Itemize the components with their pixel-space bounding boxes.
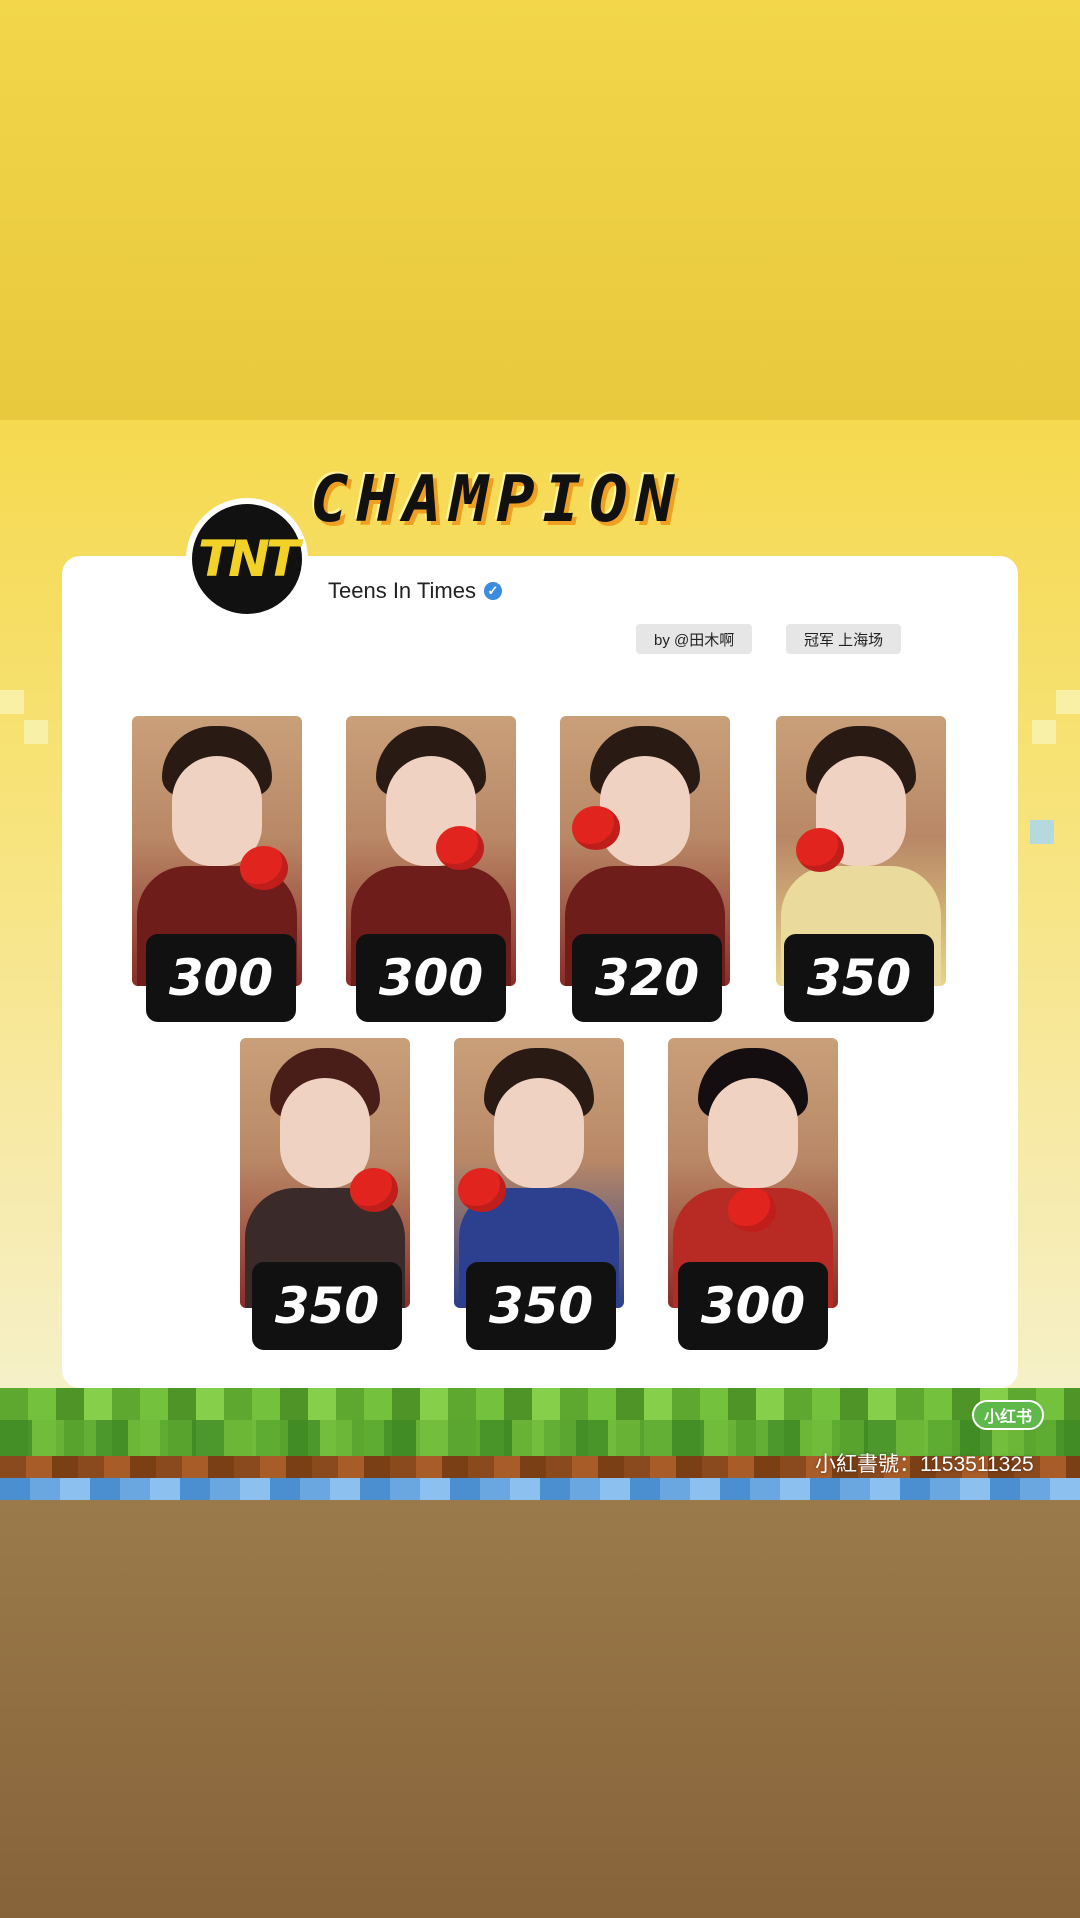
pixel-block xyxy=(1032,720,1056,744)
heart-prop xyxy=(572,806,620,850)
champion-title: CHAMPION xyxy=(310,463,683,537)
pixel-block xyxy=(1030,820,1054,844)
ground-background xyxy=(0,1500,1080,1918)
photo-face xyxy=(708,1078,798,1188)
photo-face xyxy=(600,756,690,866)
price-label-5: 350 xyxy=(252,1262,402,1350)
pixel-block xyxy=(24,720,48,744)
price-label-7: 300 xyxy=(678,1262,828,1350)
price-label-4: 350 xyxy=(784,934,934,1022)
event-tag: 冠军 上海场 xyxy=(786,624,902,654)
photo-face xyxy=(280,1078,370,1188)
heart-prop xyxy=(436,826,484,870)
heart-prop xyxy=(350,1168,398,1212)
sky-background-top xyxy=(0,0,1080,420)
heart-prop xyxy=(458,1168,506,1212)
price-label-6: 350 xyxy=(466,1262,616,1350)
logo-text: TNT xyxy=(197,530,300,588)
pixel-water xyxy=(0,1478,1080,1500)
xiaohongshu-id: 小紅書號：1153511325 xyxy=(815,1453,1034,1476)
author-tag: by @田木啊 xyxy=(636,624,753,654)
photo-face xyxy=(494,1078,584,1188)
price-label-2: 300 xyxy=(356,934,506,1022)
pixel-block xyxy=(0,690,24,714)
heart-prop xyxy=(796,828,844,872)
heart-prop xyxy=(728,1188,776,1232)
heart-prop xyxy=(240,846,288,890)
account-name: Teens In Times xyxy=(328,578,476,603)
price-label-3: 320 xyxy=(572,934,722,1022)
price-label-1: 300 xyxy=(146,934,296,1022)
pixel-block xyxy=(1056,690,1080,714)
group-logo: TNT xyxy=(186,498,308,620)
xiaohongshu-badge: 小红书 xyxy=(972,1400,1044,1430)
account-row: Teens In Times ✓ xyxy=(328,578,502,604)
verified-badge-icon: ✓ xyxy=(483,582,502,600)
